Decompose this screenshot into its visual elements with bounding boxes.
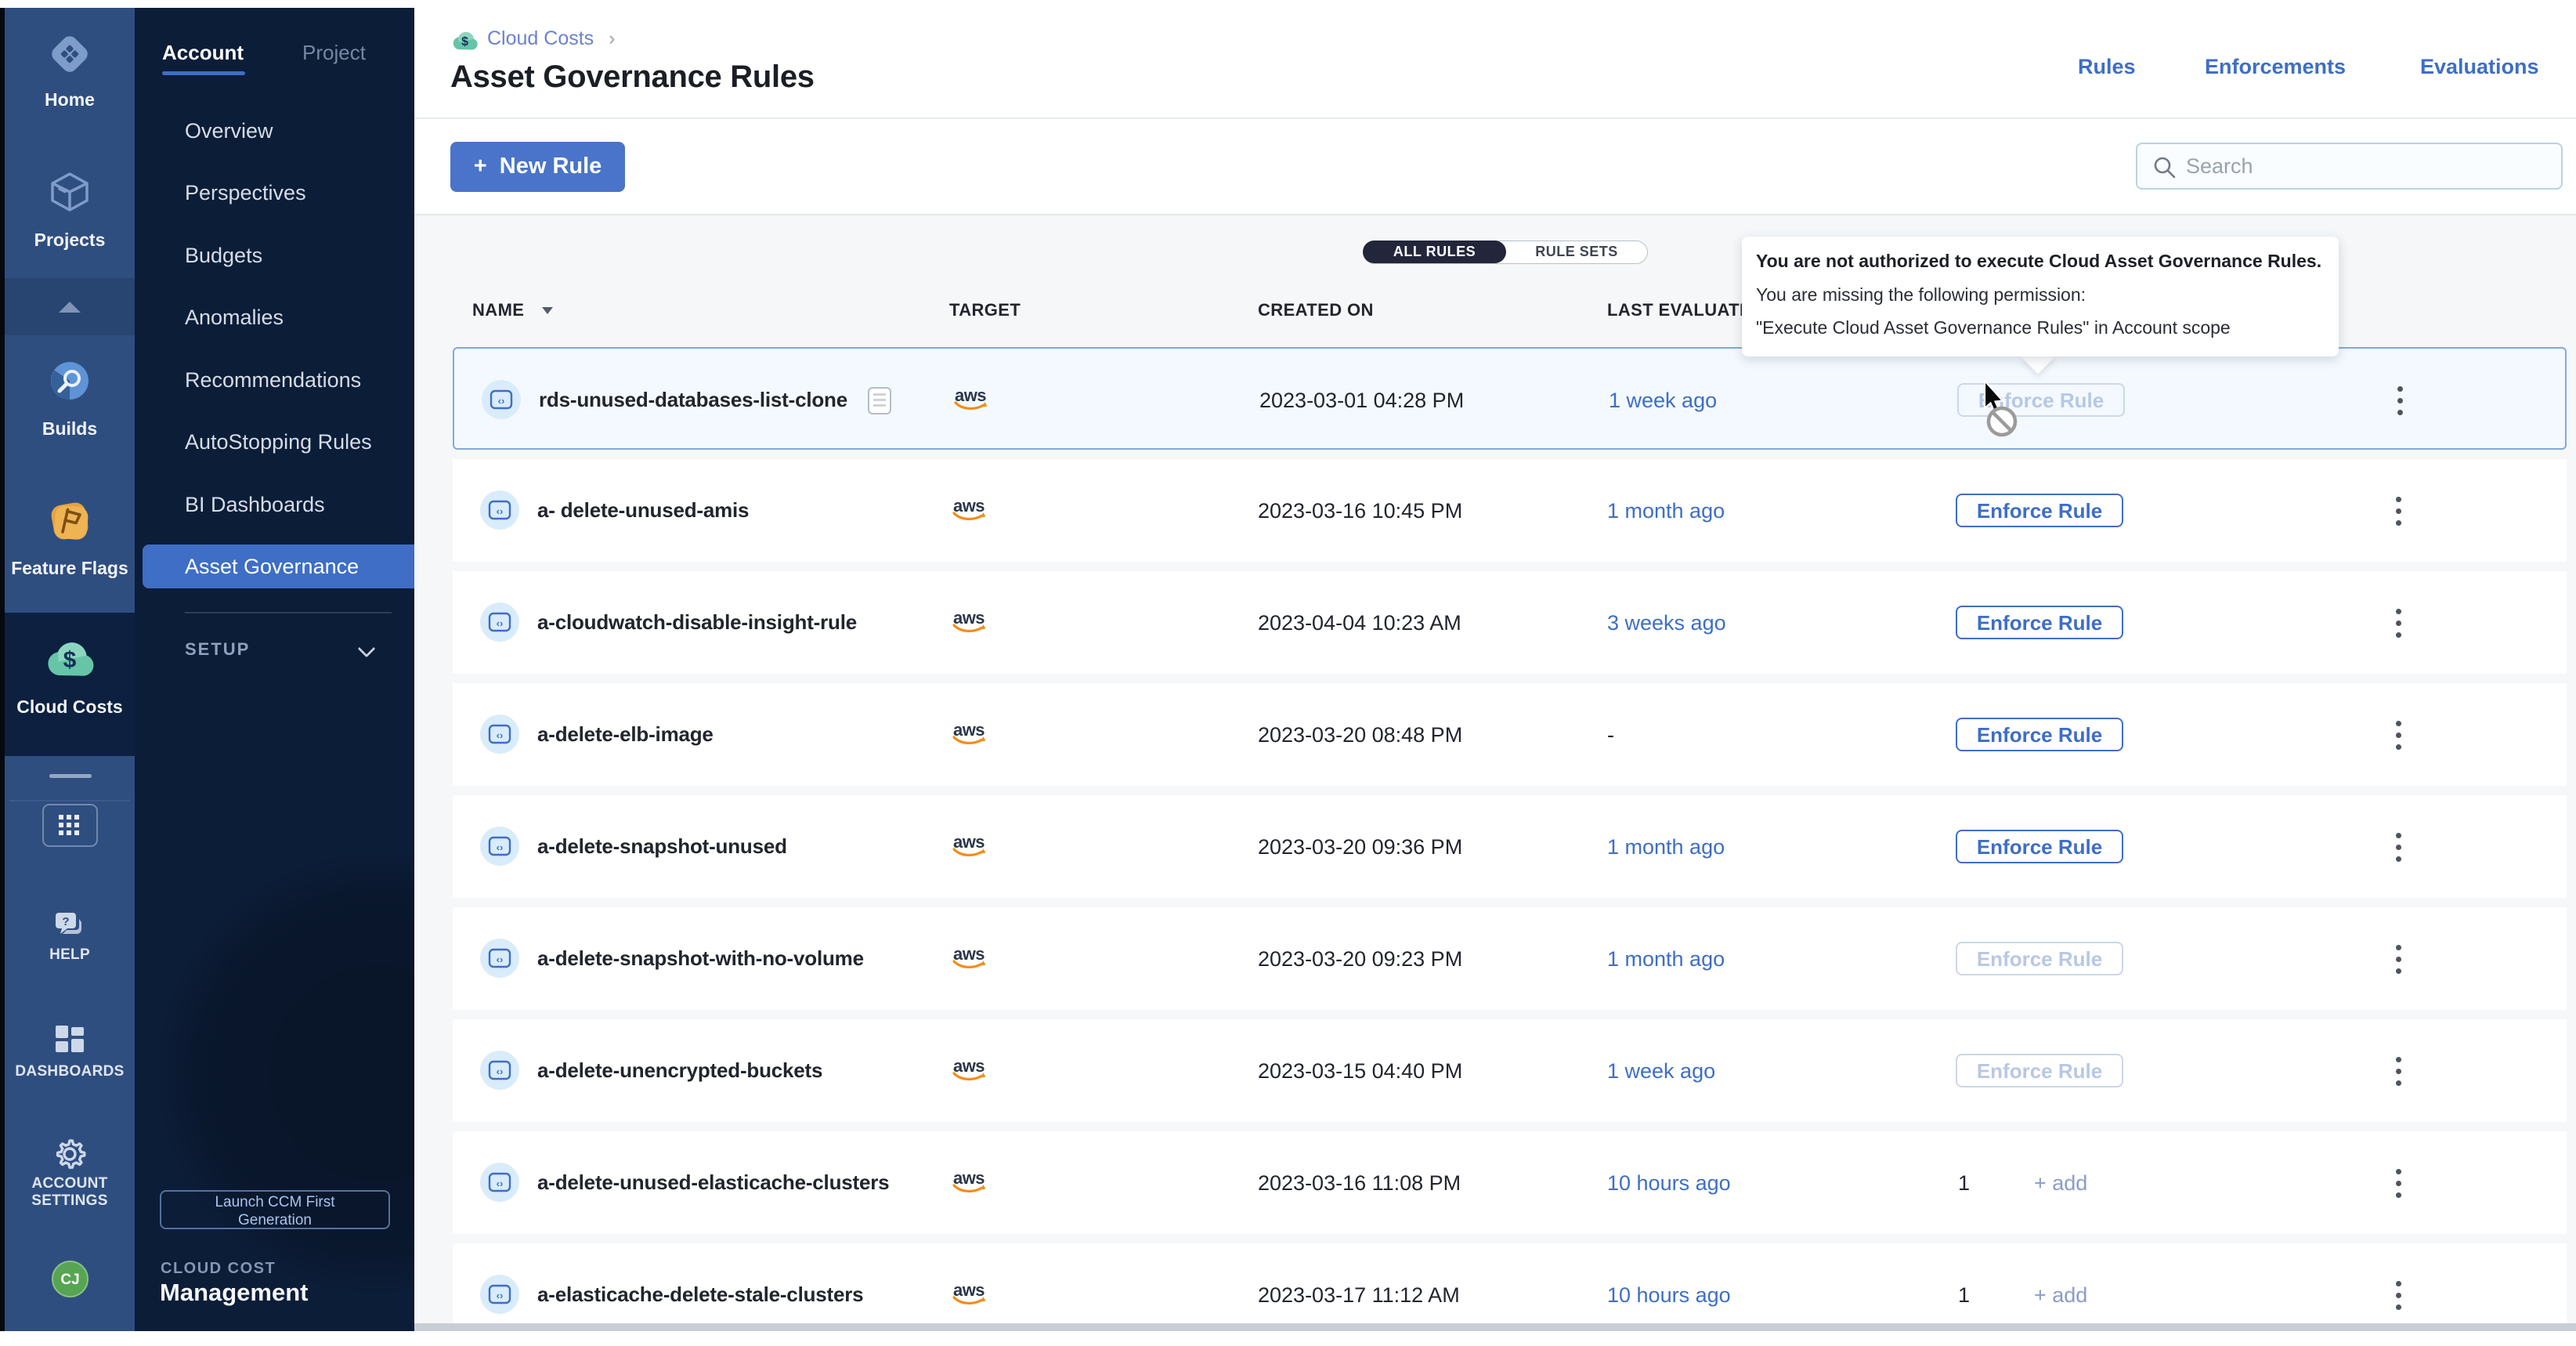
svg-text:$: $ [63,647,77,673]
svg-text:‹›: ‹› [498,395,505,407]
svg-text:‹›: ‹› [497,505,504,517]
svg-text:‹›: ‹› [497,1290,504,1301]
svg-text:aws: aws [953,720,985,740]
svg-text:aws: aws [953,496,985,516]
svg-text:‹›: ‹› [497,617,504,629]
svg-text:aws: aws [955,385,986,405]
svg-text:aws: aws [953,1168,985,1188]
svg-text:‹›: ‹› [497,1178,504,1189]
svg-text:aws: aws [953,608,985,628]
svg-text:‹›: ‹› [497,729,504,741]
svg-text:aws: aws [953,944,985,964]
svg-text:‹›: ‹› [497,841,504,853]
svg-text:‹›: ‹› [497,953,504,965]
svg-text:‹›: ‹› [497,1066,504,1077]
svg-text:aws: aws [953,832,985,852]
svg-text:aws: aws [953,1056,985,1076]
svg-text:?: ? [62,915,69,928]
svg-text:$: $ [461,35,468,49]
svg-text:aws: aws [953,1280,985,1300]
